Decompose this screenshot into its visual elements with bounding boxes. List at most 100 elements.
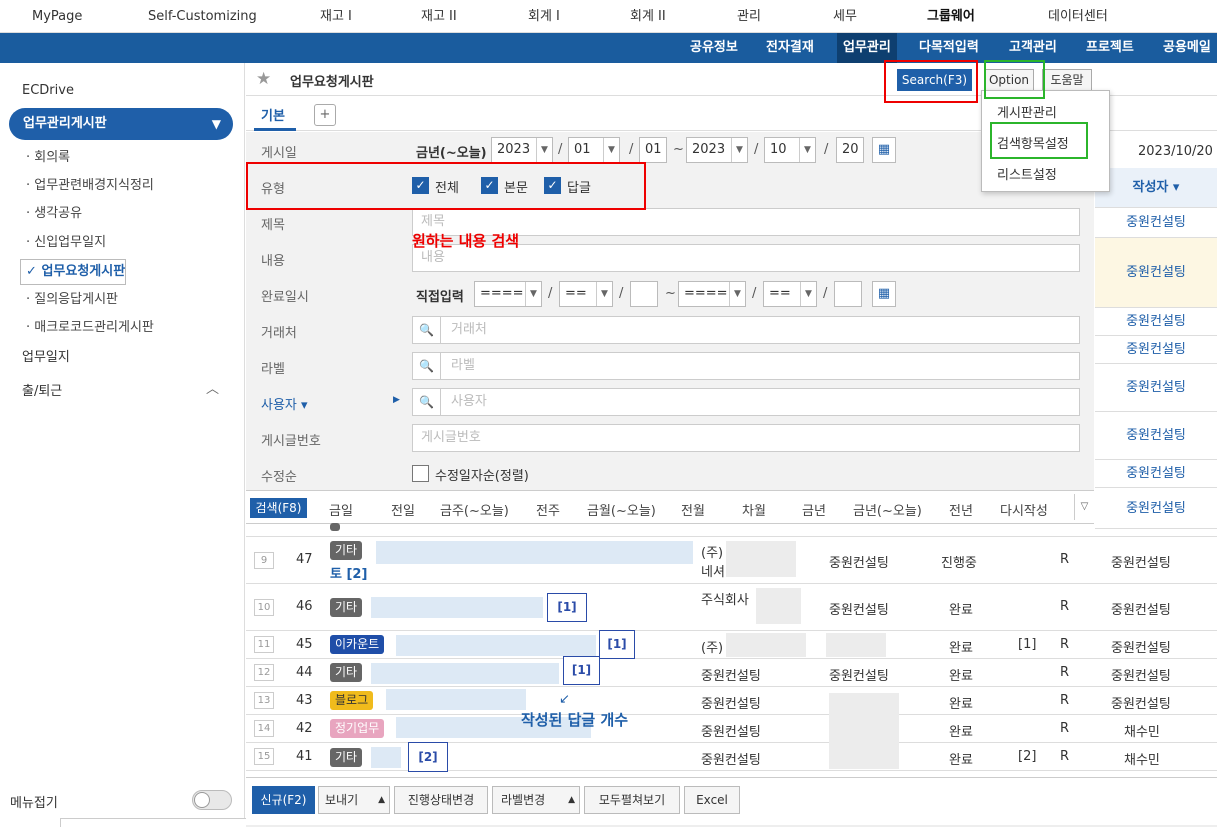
- r-link[interactable]: R: [1060, 721, 1069, 736]
- quick-today[interactable]: 금일: [329, 500, 353, 519]
- menu-fold-toggle[interactable]: [192, 790, 232, 810]
- author-cell[interactable]: 중원컨설팅: [1095, 488, 1217, 529]
- postdate-month2-select[interactable]: 10 ▼: [764, 137, 816, 163]
- sidebar-worklog[interactable]: 업무일지: [22, 346, 70, 365]
- sidebar-item-macro[interactable]: · 매크로코드관리게시판: [26, 316, 154, 335]
- postdate-year1-select[interactable]: 2023 ▼: [491, 137, 553, 163]
- author-cell[interactable]: 중원컨설팅: [1111, 599, 1171, 618]
- table-row[interactable]: 14 42 정기업무 중원컨설팅 완료 R 채수민: [246, 715, 1217, 743]
- star-icon[interactable]: ★: [256, 69, 271, 89]
- topnav-inventory2[interactable]: 재고 II: [421, 0, 457, 33]
- sidebar-item-qna[interactable]: · 질의응답게시판: [26, 288, 118, 307]
- tab-basic[interactable]: 기본: [261, 105, 285, 124]
- quick-lastyear[interactable]: 전년: [949, 500, 973, 519]
- sidebar-ecdrive[interactable]: ECDrive: [22, 83, 74, 98]
- order-checkbox[interactable]: [412, 465, 429, 482]
- quick-thisyear-today[interactable]: 금년(~오늘): [853, 500, 922, 519]
- topnav-accounting1[interactable]: 회계 I: [528, 0, 560, 33]
- topnav-mypage[interactable]: MyPage: [32, 0, 82, 33]
- table-row[interactable]: 10 46 기타 [1] 주식회사 중원컨설팅 완료 R 중원컨설팅: [246, 584, 1217, 631]
- status-change-button[interactable]: 진행상태변경: [394, 786, 488, 814]
- reply-count-box[interactable]: [1]: [563, 656, 600, 685]
- sidebar-item-ideas[interactable]: · 생각공유: [26, 202, 82, 221]
- topnav-accounting2[interactable]: 회계 II: [630, 0, 666, 33]
- author-cell[interactable]: 중원컨설팅: [1111, 637, 1171, 656]
- quick-lastweek[interactable]: 전주: [536, 500, 560, 519]
- postno-input[interactable]: 게시글번호: [412, 424, 1080, 452]
- reply-count-box[interactable]: [1]: [547, 593, 587, 622]
- sidebar-item-newbie-log[interactable]: · 신입업무일지: [26, 231, 106, 250]
- done-day2-input[interactable]: [834, 281, 862, 307]
- author-cell[interactable]: 채수민: [1124, 721, 1160, 740]
- calendar-icon[interactable]: ▦: [872, 281, 896, 307]
- user-input[interactable]: 🔍 사용자: [412, 388, 1080, 416]
- subnav-mail[interactable]: 공용메일: [1163, 33, 1211, 63]
- author-cell[interactable]: 중원컨설팅: [1095, 238, 1217, 308]
- sidebar-item-work-request[interactable]: ✓ 업무요청게시판: [20, 259, 127, 285]
- table-row[interactable]: 13 43 블로그 ↙ 중원컨설팅 완료 R 중원컨설팅: [246, 687, 1217, 715]
- quick-thismonth[interactable]: 금월(~오늘): [587, 500, 656, 519]
- r-link[interactable]: R: [1060, 599, 1069, 614]
- done-year1-select[interactable]: ==== ▼: [474, 281, 542, 307]
- postdate-day1-input[interactable]: 01: [639, 137, 667, 163]
- subnav-project[interactable]: 프로젝트: [1086, 33, 1134, 63]
- label-change-button[interactable]: 라벨변경 ▲: [492, 786, 580, 814]
- quick-reset[interactable]: 다시작성: [1000, 500, 1048, 519]
- postdate-day2-input[interactable]: 20: [836, 137, 864, 163]
- help-button[interactable]: 도움말: [1042, 69, 1092, 91]
- topnav-inventory1[interactable]: 재고 I: [320, 0, 352, 33]
- sidebar-item-meeting[interactable]: · 회의록: [26, 146, 70, 165]
- topnav-tax[interactable]: 세무: [833, 0, 857, 33]
- r-link[interactable]: R: [1060, 552, 1069, 567]
- new-button[interactable]: 신규(F2): [252, 786, 315, 814]
- done-year2-select[interactable]: ==== ▼: [678, 281, 746, 307]
- author-cell[interactable]: 중원컨설팅: [1095, 208, 1217, 238]
- subnav-shared[interactable]: 공유정보: [690, 33, 738, 63]
- author-cell[interactable]: 중원컨설팅: [1111, 552, 1171, 571]
- subnav-workmanage[interactable]: 업무관리: [837, 33, 897, 63]
- tag-input[interactable]: 🔍 라벨: [412, 352, 1080, 380]
- subnav-multiinput[interactable]: 다목적입력: [919, 33, 979, 63]
- client-input[interactable]: 🔍 거래처: [412, 316, 1080, 344]
- reply-count-box[interactable]: [1]: [599, 630, 635, 659]
- author-cell[interactable]: 중원컨설팅: [1095, 412, 1217, 460]
- author-cell[interactable]: 중원컨설팅: [1095, 308, 1217, 336]
- topnav-self-customizing[interactable]: Self-Customizing: [148, 0, 257, 33]
- postdate-range[interactable]: 금년(~오늘): [416, 142, 487, 161]
- table-row[interactable]: 11 45 이카운트 [1] (주) 완료 [1] R 중원컨설팅: [246, 630, 1217, 659]
- add-tab-button[interactable]: +: [314, 104, 336, 126]
- quick-lastmonth[interactable]: 전월: [681, 500, 705, 519]
- topnav-datacenter[interactable]: 데이터센터: [1048, 0, 1108, 33]
- search-icon[interactable]: 🔍: [413, 353, 441, 379]
- r-link[interactable]: R: [1060, 637, 1069, 652]
- user-label[interactable]: 사용자 ▾: [261, 394, 308, 413]
- calendar-icon[interactable]: ▦: [872, 137, 896, 163]
- done-day1-input[interactable]: [630, 281, 658, 307]
- done-month2-select[interactable]: == ▼: [763, 281, 817, 307]
- chevron-down-icon[interactable]: ▽: [1074, 494, 1094, 520]
- topnav-manage[interactable]: 관리: [737, 0, 761, 33]
- r-link[interactable]: R: [1060, 749, 1069, 764]
- r-link[interactable]: R: [1060, 665, 1069, 680]
- expand-all-button[interactable]: 모두펼쳐보기: [584, 786, 680, 814]
- subnav-approval[interactable]: 전자결재: [766, 33, 814, 63]
- author-cell[interactable]: 중원컨설팅: [1095, 364, 1217, 412]
- chevron-up-icon[interactable]: ︿: [206, 378, 219, 397]
- r-link[interactable]: R: [1060, 693, 1069, 708]
- menu-item-list-settings[interactable]: 리스트설정: [997, 164, 1057, 183]
- done-mode[interactable]: 직접입력: [416, 286, 464, 305]
- table-row[interactable]: 15 41 기타 [2] 중원컨설팅 완료 [2] R 채수민: [246, 742, 1217, 772]
- search-icon[interactable]: 🔍: [413, 317, 441, 343]
- send-button[interactable]: 보내기 ▲: [318, 786, 390, 814]
- sidebar-attendance[interactable]: 출/퇴근: [22, 380, 62, 399]
- table-row[interactable]: 12 44 기타 [1] 중원컨설팅 중원컨설팅 완료 R 중원컨설팅: [246, 656, 1217, 687]
- author-cell[interactable]: 중원컨설팅: [1111, 693, 1171, 712]
- author-cell[interactable]: 중원컨설팅: [1095, 460, 1217, 488]
- quick-yesterday[interactable]: 전일: [391, 500, 415, 519]
- table-row[interactable]: 9 47 기타 토 [2] (주) 네셔 중원컨설팅 진행중 R 중원컨설팅: [246, 537, 1217, 584]
- author-cell[interactable]: 중원컨설팅: [1111, 665, 1171, 684]
- author-cell[interactable]: 채수민: [1124, 749, 1160, 768]
- reply-link[interactable]: [2]: [1018, 749, 1036, 764]
- quick-thisyear[interactable]: 금년: [802, 500, 826, 519]
- postdate-year2-select[interactable]: 2023 ▼: [686, 137, 748, 163]
